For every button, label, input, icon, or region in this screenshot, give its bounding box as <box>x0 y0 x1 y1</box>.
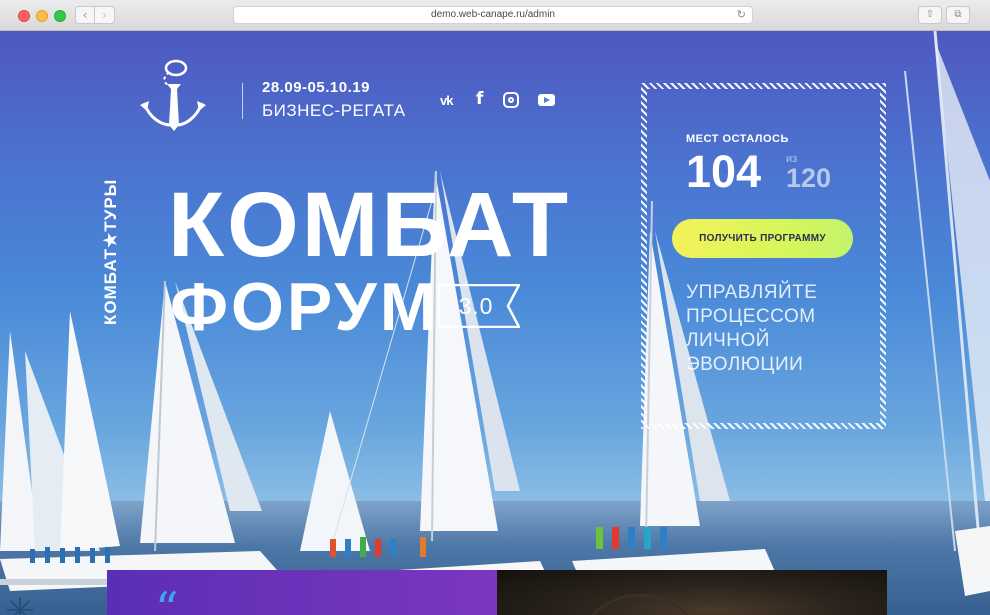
close-window-button[interactable] <box>18 10 30 22</box>
hero-title-line2: ФОРУМ <box>170 269 440 345</box>
vk-icon[interactable]: vk <box>440 93 454 109</box>
hero-title-line1: КОМБАТ <box>168 174 572 276</box>
hero-section: 28.09-05.10.19 БИЗНЕС-РЕГАТА vk f КОМБАТ… <box>0 31 990 615</box>
slogan-line: ЭВОЛЮЦИИ <box>686 354 804 375</box>
slogan-line: ЛИЧНОЙ <box>686 330 770 351</box>
share-icon[interactable]: ⇧ <box>918 6 942 24</box>
maximize-window-button[interactable] <box>54 10 66 22</box>
back-button[interactable]: ‹ <box>75 6 95 24</box>
anchor-logo-icon <box>140 59 206 131</box>
browser-window: ‹ › demo.web-canape.ru/admin ↻ ⇧ ⧉ 28.09… <box>0 0 990 615</box>
slogan: УПРАВЛЯЙТЕ ПРОЦЕССОМ ЛИЧНОЙ ЭВОЛЮЦИИ <box>686 281 817 377</box>
address-bar[interactable]: demo.web-canape.ru/admin ↻ <box>233 6 753 24</box>
version-label: 3.0 <box>458 293 494 319</box>
reload-icon[interactable]: ↻ <box>737 7 746 23</box>
speaker-photo <box>497 570 887 615</box>
facebook-icon[interactable]: f <box>476 89 483 109</box>
instagram-icon[interactable] <box>503 92 519 108</box>
minimize-window-button[interactable] <box>36 10 48 22</box>
seats-total-count: 120 <box>786 163 832 193</box>
seats-remaining-count: 104 <box>686 146 762 197</box>
event-date: 28.09-05.10.19 <box>262 79 370 96</box>
address-bar-url: demo.web-canape.ru/admin <box>431 9 555 20</box>
quote-icon: “ <box>155 582 179 615</box>
youtube-icon[interactable] <box>538 94 555 106</box>
get-program-button[interactable]: ПОЛУЧИТЬ ПРОГРАММУ <box>672 219 853 258</box>
slogan-line: УПРАВЛЯЙТЕ <box>686 282 818 303</box>
seats-remaining-label: МЕСТ ОСТАЛОСЬ <box>686 133 789 145</box>
header-divider <box>242 83 243 119</box>
quote-card: “ <box>107 570 497 615</box>
vertical-brand-text: КОМБАТ★ТУРЫ <box>101 178 120 325</box>
browser-toolbar: ‹ › demo.web-canape.ru/admin ↻ ⇧ ⧉ <box>0 0 990 31</box>
forward-button[interactable]: › <box>95 6 115 24</box>
slogan-line: ПРОЦЕССОМ <box>686 306 816 327</box>
tabs-overview-icon[interactable]: ⧉ <box>946 6 970 24</box>
event-name: БИЗНЕС-РЕГАТА <box>262 101 406 120</box>
